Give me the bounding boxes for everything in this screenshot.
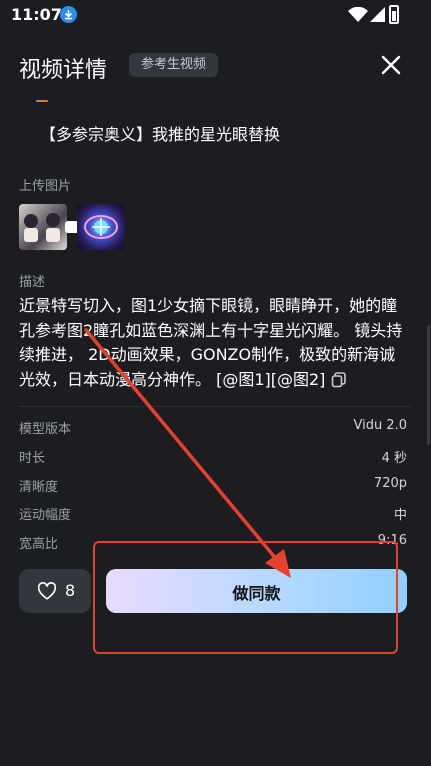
status-bar: 11:07 [0, 0, 431, 30]
info-key: 运动幅度 [19, 508, 72, 523]
download-icon [60, 6, 77, 23]
reference-title: 【多参宗奥义】我推的星光眼替换 [40, 125, 281, 144]
info-value: 中 [393, 508, 407, 523]
battery-icon [389, 5, 399, 24]
annotation-highlight-box [93, 541, 398, 654]
info-key: 时长 [19, 451, 46, 466]
info-key: 清晰度 [19, 480, 59, 495]
close-icon[interactable] [380, 54, 402, 76]
copy-icon[interactable] [331, 371, 347, 388]
description-text: 近景特写切入，图1少女摘下眼镜，眼睛睁开，她的瞳孔参考图2瞳孔如蓝色深渊上有十字… [19, 294, 411, 392]
info-key: 宽高比 [19, 537, 59, 552]
info-row-resolution: 清晰度 720p [19, 476, 407, 500]
wifi-icon [348, 7, 368, 22]
page-title: 视频详情 [19, 58, 108, 83]
scroll-cut-marker [36, 100, 48, 102]
info-row-model: 模型版本 Vidu 2.0 [19, 418, 407, 442]
header: 视频详情 参考生视频 [0, 44, 431, 88]
info-row-motion: 运动幅度 中 [19, 504, 407, 528]
thumbnail-image-1[interactable] [19, 204, 67, 250]
info-value: Vidu 2.0 [353, 418, 407, 433]
info-value: 4 秒 [381, 451, 407, 466]
info-key: 模型版本 [19, 422, 72, 437]
like-button[interactable]: 8 [19, 569, 91, 613]
upload-label: 上传图片 [19, 179, 72, 194]
upload-thumbnails [19, 204, 129, 250]
status-time: 11:07 [11, 5, 62, 24]
like-count: 8 [65, 581, 76, 600]
divider [19, 406, 411, 407]
heart-icon [37, 582, 57, 600]
info-row-duration: 时长 4 秒 [19, 447, 407, 471]
info-value: 720p [373, 476, 407, 491]
signal-icon [370, 7, 385, 22]
description-label: 描述 [19, 275, 46, 290]
type-badge: 参考生视频 [129, 53, 219, 77]
thumbnail-image-2[interactable] [77, 204, 125, 250]
scrollbar[interactable] [427, 325, 430, 445]
